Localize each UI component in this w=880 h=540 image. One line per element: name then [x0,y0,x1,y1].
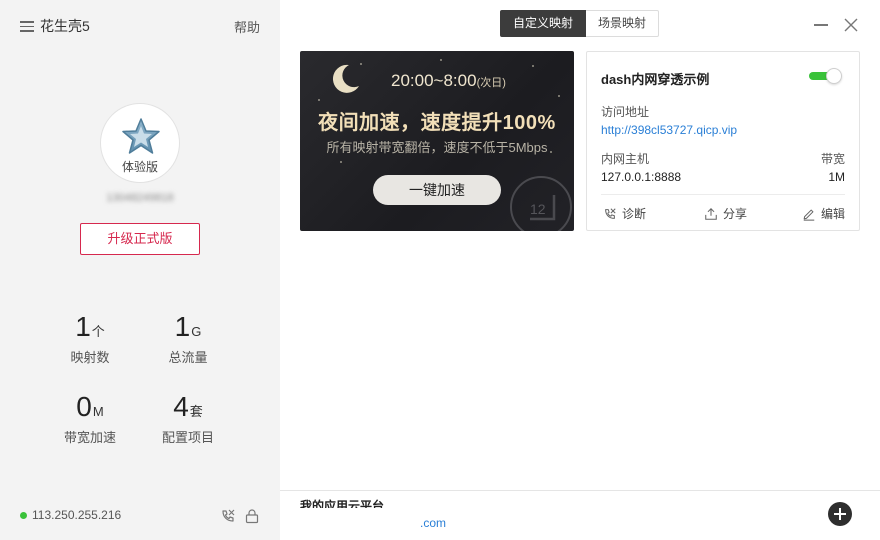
stat-label: 映射数 [70,350,110,365]
app-name: 花生壳5 [40,18,90,34]
stat-config-items: 4套 配置项目 [138,391,238,446]
tab-scene-mapping[interactable]: 场景映射 [586,10,660,37]
bandwidth-value: 1M [828,170,845,184]
stat-value: 0 [76,391,92,422]
share-label: 分享 [723,207,748,221]
card-divider [601,194,845,195]
edit-label: 编辑 [821,207,846,221]
sidebar-header: 花生壳5 帮助 [20,16,260,36]
bottom-divider [280,490,880,491]
tab-custom-mapping[interactable]: 自定义映射 [500,10,587,37]
clock-number: 12 [530,201,546,217]
hamburger-menu-icon[interactable] [20,18,36,32]
online-status-dot [20,512,27,519]
user-account-id: 13048249818 [106,192,174,204]
avatar[interactable]: 体验版 [100,103,180,183]
stat-unit: 套 [189,404,203,419]
cloud-platform-link[interactable]: .com [420,516,446,530]
intranet-host-value: 127.0.0.1:8888 [601,170,682,184]
banner-subtitle: 所有映射带宽翻倍，速度不低于5Mbps [326,140,548,155]
stat-unit: M [92,404,104,419]
stat-value: 4 [173,391,189,422]
main-panel: 自定义映射 场景映射 20:00~8:00(次日) 夜间加速，速度提升100% … [280,0,880,540]
clock-icon: 12 [510,176,572,231]
lock-icon[interactable] [244,508,260,524]
access-address-label: 访问地址 [601,105,650,119]
night-boost-banner[interactable]: 20:00~8:00(次日) 夜间加速，速度提升100% 所有映射带宽翻倍，速度… [300,51,574,231]
stat-mapping-count: 1个 映射数 [40,311,140,366]
public-ip: 113.250.255.216 [32,508,122,522]
diagnose-label: 诊断 [622,207,647,221]
bandwidth-label: 带宽 [820,152,845,166]
share-button[interactable]: 分享 [704,205,747,222]
add-mapping-button[interactable] [828,502,852,526]
stat-unit: 个 [91,324,105,339]
one-click-boost-button[interactable]: 一键加速 [373,175,501,205]
stat-bandwidth-boost: 0M 带宽加速 [40,391,140,446]
star-badge-icon [122,118,160,154]
diagnose-icon [605,207,616,219]
cloud-platform-title: 我的应用云平台 [300,499,385,508]
banner-title: 夜间加速，速度提升100% [318,112,556,134]
intranet-host-label: 内网主机 [601,152,650,166]
stat-label: 带宽加速 [63,430,116,445]
minimize-icon[interactable] [814,24,828,26]
stat-value: 1 [174,311,191,342]
edit-icon [803,209,815,221]
mapping-enable-toggle[interactable] [809,68,843,84]
edit-button[interactable]: 编辑 [802,205,845,222]
sidebar: 花生壳5 帮助 体验版 13048249818 升级正式版 1个 映射数 1G … [0,0,280,540]
share-icon [705,207,717,220]
diagnose-button[interactable]: 诊断 [603,205,646,222]
mapping-card: dash内网穿透示例 访问地址 http://398cl53727.qicp.v… [586,51,860,231]
stat-label: 配置项目 [161,430,214,445]
stat-total-traffic: 1G 总流量 [138,311,238,366]
upgrade-button[interactable]: 升级正式版 [80,223,200,255]
stat-unit: G [191,324,202,339]
close-icon[interactable] [843,17,859,33]
mapping-tabs: 自定义映射 场景映射 [500,10,660,37]
mapping-name: dash内网穿透示例 [601,72,710,87]
sidebar-footer: 113.250.255.216 [20,506,260,526]
help-link[interactable]: 帮助 [234,17,260,36]
stat-label: 总流量 [168,350,208,365]
stat-value: 1 [75,311,91,342]
moon-icon [332,64,359,93]
edition-label: 体验版 [121,160,158,174]
boost-time: 20:00~8:00(次日) [391,71,506,90]
diagnose-icon[interactable] [220,508,236,524]
access-url-link[interactable]: http://398cl53727.qicp.vip [601,123,737,137]
